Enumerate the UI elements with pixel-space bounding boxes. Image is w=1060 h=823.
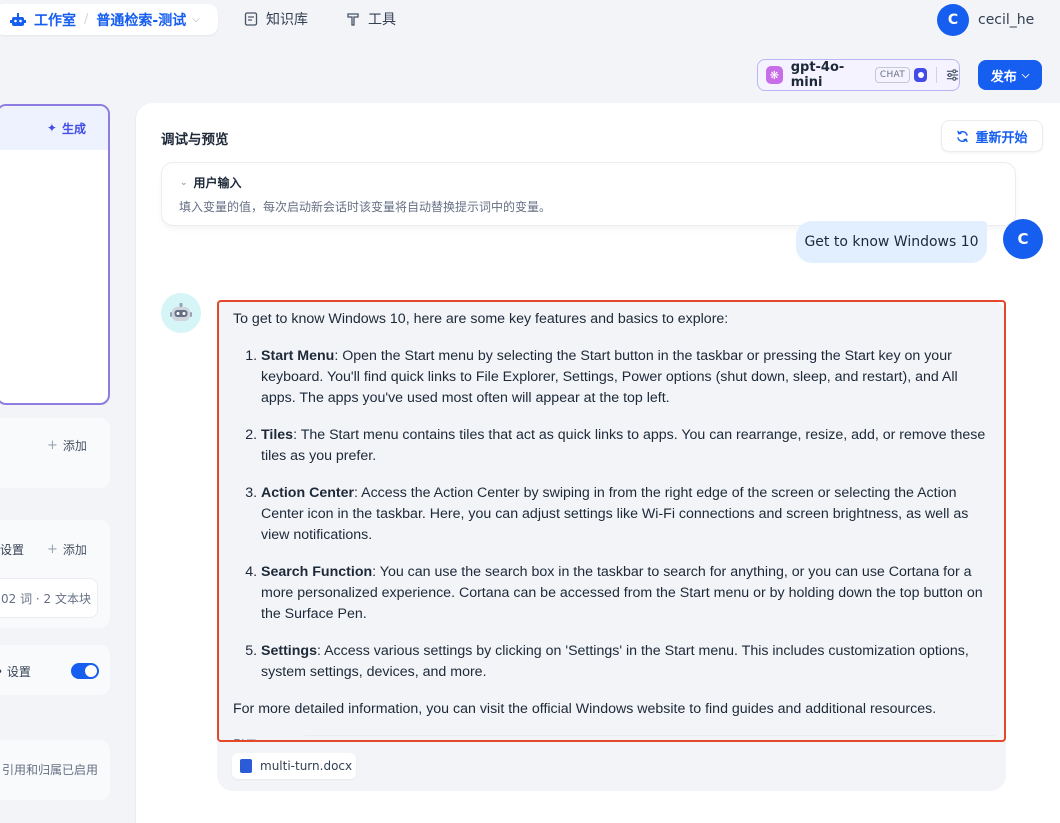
list-item-term: Tiles xyxy=(261,427,294,443)
feature-settings-label: 设置 xyxy=(6,665,31,679)
citation-label: 引用 xyxy=(233,735,990,740)
refresh-icon xyxy=(957,130,969,142)
answer-list: Start Menu: Open the Start menu by selec… xyxy=(233,346,990,683)
add-context-label: 添加 xyxy=(62,543,87,557)
divider xyxy=(305,735,995,736)
model-selector[interactable]: ❋ gpt-4o-mini CHAT xyxy=(757,59,960,91)
book-icon xyxy=(244,12,258,26)
doc-info: 02 词 · 2 文本块 xyxy=(1,591,91,606)
divider xyxy=(936,67,937,83)
citation-file-name: multi-turn.docx xyxy=(260,759,353,773)
restart-label: 重新开始 xyxy=(975,130,1028,146)
list-item-term: Settings xyxy=(261,643,317,659)
list-item-term: Start Menu xyxy=(261,348,335,364)
nav-knowledge-label: 知识库 xyxy=(266,12,308,28)
word-doc-icon xyxy=(240,759,252,773)
list-item: Start Menu: Open the Start menu by selec… xyxy=(261,346,990,409)
user-input-description: 填入变量的值，每次启动新会话时该变量将自动替换提示词中的变量。 xyxy=(179,200,552,214)
add-variable-button[interactable]: + 添加 xyxy=(47,437,87,454)
nav-knowledge[interactable]: 知识库 xyxy=(244,9,308,29)
publish-button[interactable]: 发布 ⌵ xyxy=(978,60,1042,90)
user-message: Get to know Windows 10 xyxy=(796,221,987,263)
list-item-text: : Access various settings by clicking on… xyxy=(261,643,969,680)
plus-icon: + xyxy=(47,438,58,453)
chevron-down-icon[interactable]: ⌵ xyxy=(192,14,200,25)
avatar[interactable]: C xyxy=(937,4,969,36)
answer-intro: To get to know Windows 10, here are some… xyxy=(233,311,729,327)
robot-icon xyxy=(10,12,26,26)
user-input-title: 用户输入 xyxy=(193,176,242,190)
list-item: Settings: Access various settings by cli… xyxy=(261,641,990,683)
knowledge-doc-chip[interactable]: 02 词 · 2 文本块 xyxy=(0,578,98,618)
user-menu[interactable]: C cecil_he xyxy=(937,4,1034,36)
mode-badge: CHAT xyxy=(874,67,911,83)
answer-content: To get to know Windows 10, here are some… xyxy=(217,300,1006,742)
prompt-editor-header: ✦ 生成 xyxy=(0,106,108,150)
list-item: Tiles: The Start menu contains tiles tha… xyxy=(261,425,990,467)
sparkle-icon: ✦ xyxy=(46,121,57,135)
list-item-term: Search Function xyxy=(261,564,373,580)
nav-tools-label: 工具 xyxy=(368,12,396,28)
username[interactable]: cecil_he xyxy=(978,12,1034,28)
add-variable-label: 添加 xyxy=(62,439,87,453)
chevron-down-icon: ⌄ xyxy=(180,177,188,188)
studio-link[interactable]: 工作室 xyxy=(34,10,76,30)
vision-icon xyxy=(914,68,928,82)
list-item-term: Action Center xyxy=(261,485,355,501)
list-item-text: : Access the Action Center by swiping in… xyxy=(261,485,969,543)
user-avatar: C xyxy=(1003,219,1043,259)
answer-outro: For more detailed information, you can v… xyxy=(233,701,937,717)
nav-tools[interactable]: 工具 xyxy=(346,9,396,29)
feature-settings-link[interactable]: • 设置 xyxy=(0,663,31,680)
bot-avatar xyxy=(161,293,201,333)
citation-status: 引用和归属已启用 xyxy=(2,763,99,777)
plus-icon: + xyxy=(47,542,58,557)
list-item: Action Center: Access the Action Center … xyxy=(261,483,990,546)
list-item-text: : Open the Start menu by selecting the S… xyxy=(261,348,958,406)
breadcrumb-separator: / xyxy=(84,12,89,27)
robot-icon xyxy=(170,303,192,321)
generate-button[interactable]: 生成 xyxy=(62,120,86,137)
add-context-button[interactable]: + 添加 xyxy=(47,541,87,558)
user-input-header[interactable]: ⌄ 用户输入 xyxy=(180,174,242,191)
openai-icon: ❋ xyxy=(766,66,783,84)
feature-toggle[interactable] xyxy=(71,663,99,679)
prompt-editor-card[interactable]: ✦ 生成 xyxy=(0,104,110,405)
user-input-card[interactable]: ⌄ 用户输入 填入变量的值，每次启动新会话时该变量将自动替换提示词中的变量。 xyxy=(161,162,1016,226)
restart-button[interactable]: 重新开始 xyxy=(941,120,1043,152)
dot-icon: • xyxy=(0,665,7,679)
context-settings-link[interactable]: 设置 xyxy=(0,541,24,558)
hammer-icon xyxy=(347,13,359,26)
list-item: Search Function: You can use the search … xyxy=(261,562,990,625)
breadcrumb: 工作室 / 普通检索-测试 ⌵ xyxy=(0,4,218,35)
citation-file-chip[interactable]: multi-turn.docx xyxy=(232,753,356,779)
panel-title: 调试与预览 xyxy=(161,132,229,148)
model-name: gpt-4o-mini xyxy=(790,60,845,90)
sliders-icon[interactable] xyxy=(946,68,959,82)
list-item-text: : The Start menu contains tiles that act… xyxy=(261,427,986,464)
chevron-down-icon: ⌵ xyxy=(1021,69,1030,81)
top-nav: 工作室 / 普通检索-测试 ⌵ 知识库 工具 C cecil_he xyxy=(0,0,1060,40)
app-name-dropdown[interactable]: 普通检索-测试 xyxy=(96,10,186,30)
publish-label: 发布 xyxy=(990,69,1017,85)
